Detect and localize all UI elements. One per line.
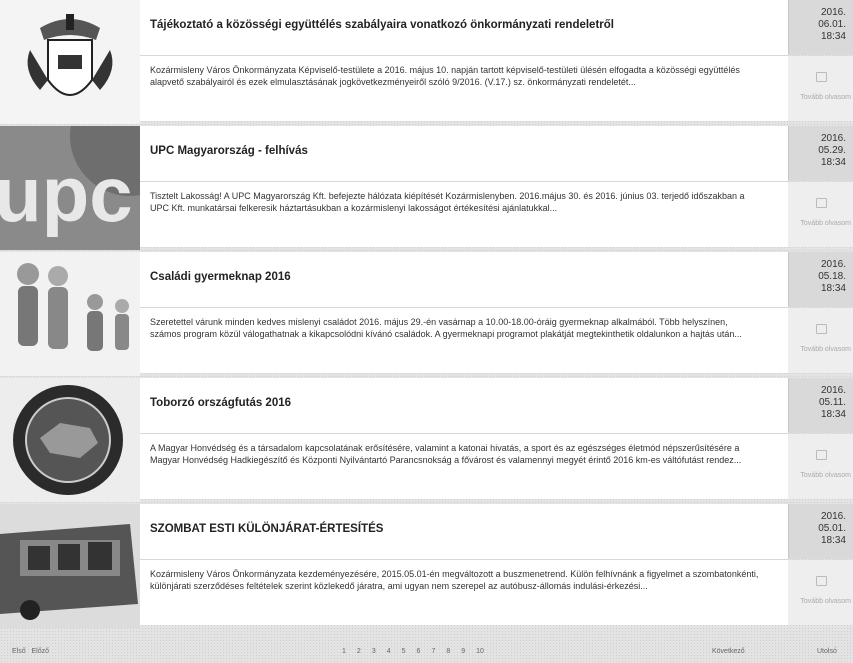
news-thumbnail-emblem[interactable] [0,378,140,502]
news-title-link[interactable]: Toborzó országfutás 2016 [150,397,291,409]
news-side-panel: Tovább olvasom [788,56,853,121]
first-page-link[interactable]: Első [12,648,26,655]
news-excerpt: Kozármisleny Város Önkormányzata Képvise… [150,65,740,87]
news-item: Családi gyermeknap 2016 2016. 05.18. 18:… [0,252,853,377]
date-monthday: 06.01. [818,19,846,30]
read-more-link[interactable]: Tovább olvasom [800,472,851,479]
next-page-link[interactable]: Következő [712,648,745,655]
news-date: 2016. 05.18. 18:34 [788,252,853,307]
date-year: 2016. [820,385,846,396]
news-body: Kozármisleny Város Önkormányzata kezdemé… [140,560,788,625]
news-title-link[interactable]: Családi gyermeknap 2016 [150,271,291,283]
page-link-8[interactable]: 8 [446,648,450,655]
date-year: 2016. [820,133,846,144]
prev-page-link[interactable]: Előző [31,648,49,655]
news-body: A Magyar Honvédség és a társadalom kapcs… [140,434,788,499]
read-more-link[interactable]: Tovább olvasom [800,220,851,227]
comment-icon[interactable] [816,576,827,586]
news-thumbnail-family[interactable] [0,252,140,376]
comment-icon[interactable] [816,198,827,208]
page-link-10[interactable]: 10 [476,648,484,655]
comment-icon[interactable] [816,324,827,334]
news-excerpt: Szeretettel várunk minden kedves misleny… [150,317,742,339]
last-page-link[interactable]: Utolsó [817,648,837,655]
page-link-3[interactable]: 3 [372,648,376,655]
news-excerpt: Kozármisleny Város Önkormányzata kezdemé… [150,569,759,591]
news-title-link[interactable]: Tájékoztató a közösségi együttélés szabá… [150,19,614,31]
news-thumbnail-upc[interactable]: upc [0,126,140,250]
news-date: 2016. 06.01. 18:34 [788,0,853,55]
news-title-link[interactable]: UPC Magyarország - felhívás [150,145,308,157]
date-time: 18:34 [820,535,846,546]
news-item: Toborzó országfutás 2016 2016. 05.11. 18… [0,378,853,503]
news-item: Tájékoztató a közösségi együttélés szabá… [0,0,853,125]
page-numbers: 1 2 3 4 5 6 7 8 9 10 [342,648,484,655]
news-date: 2016. 05.29. 18:34 [788,126,853,181]
pagination-left: Első Előző [12,648,49,655]
pagination: Első Előző 1 2 3 4 5 6 7 8 9 10 Következ… [0,640,853,663]
news-thumbnail-coat-of-arms[interactable] [0,0,140,124]
date-time: 18:34 [820,31,846,42]
read-more-link[interactable]: Tovább olvasom [800,598,851,605]
news-body: Tisztelt Lakosság! A UPC Magyarország Kf… [140,182,788,247]
news-title-link[interactable]: SZOMBAT ESTI KÜLÖNJÁRAT-ÉRTESÍTÉS [150,523,383,535]
date-time: 18:34 [820,283,846,294]
date-year: 2016. [820,7,846,18]
date-time: 18:34 [820,409,846,420]
news-side-panel: Tovább olvasom [788,560,853,625]
news-excerpt: Tisztelt Lakosság! A UPC Magyarország Kf… [150,191,745,213]
page-link-9[interactable]: 9 [461,648,465,655]
date-monthday: 05.01. [818,523,846,534]
date-year: 2016. [820,259,846,270]
news-title-bar: UPC Magyarország - felhívás [140,126,788,182]
page-link-5[interactable]: 5 [402,648,406,655]
page-link-2[interactable]: 2 [357,648,361,655]
news-date: 2016. 05.01. 18:34 [788,504,853,559]
date-year: 2016. [820,511,846,522]
news-title-bar: Toborzó országfutás 2016 [140,378,788,434]
news-side-panel: Tovább olvasom [788,182,853,247]
news-title-bar: SZOMBAT ESTI KÜLÖNJÁRAT-ÉRTESÍTÉS [140,504,788,560]
news-title-bar: Családi gyermeknap 2016 [140,252,788,308]
news-date: 2016. 05.11. 18:34 [788,378,853,433]
comment-icon[interactable] [816,450,827,460]
page-link-1[interactable]: 1 [342,648,346,655]
news-body: Kozármisleny Város Önkormányzata Képvise… [140,56,788,121]
page-link-6[interactable]: 6 [417,648,421,655]
svg-text:upc: upc [0,150,133,238]
read-more-link[interactable]: Tovább olvasom [800,346,851,353]
news-excerpt: A Magyar Honvédség és a társadalom kapcs… [150,443,742,465]
date-monthday: 05.11. [818,397,846,408]
news-body: Szeretettel várunk minden kedves misleny… [140,308,788,373]
news-thumbnail-bus[interactable] [0,504,140,628]
news-side-panel: Tovább olvasom [788,434,853,499]
news-item: upc UPC Magyarország - felhívás 2016. 05… [0,126,853,251]
date-monthday: 05.18. [818,271,846,282]
date-time: 18:34 [820,157,846,168]
news-side-panel: Tovább olvasom [788,308,853,373]
news-item: SZOMBAT ESTI KÜLÖNJÁRAT-ÉRTESÍTÉS 2016. … [0,504,853,629]
read-more-link[interactable]: Tovább olvasom [800,94,851,101]
page-link-7[interactable]: 7 [431,648,435,655]
date-monthday: 05.29. [818,145,846,156]
news-title-bar: Tájékoztató a közösségi együttélés szabá… [140,0,788,56]
page-link-4[interactable]: 4 [387,648,391,655]
comment-icon[interactable] [816,72,827,82]
